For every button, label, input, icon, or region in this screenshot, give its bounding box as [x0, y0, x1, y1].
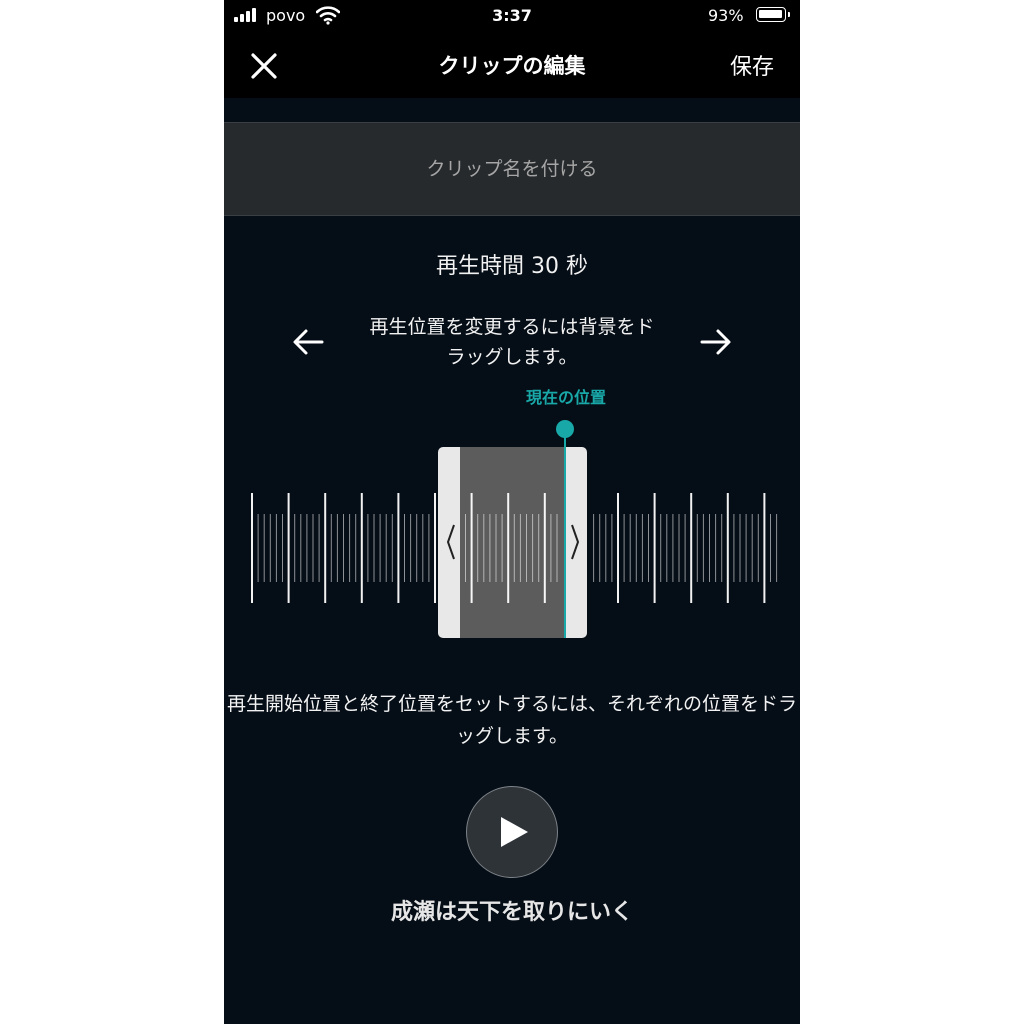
battery-icon [756, 7, 790, 22]
battery-percentage: 93% [708, 6, 744, 25]
clip-range-window [460, 447, 566, 638]
phone-screen: povo 3:37 93% クリップの編集 保存 再生時間 30 秒 再生位置を… [224, 0, 800, 1024]
play-icon [500, 816, 528, 847]
page-title: クリップの編集 [438, 54, 586, 78]
set-range-hint: 再生開始位置と終了位置をセットするには、それぞれの位置をドラッグします。 [226, 693, 797, 747]
play-button[interactable] [466, 786, 558, 878]
close-icon[interactable] [244, 46, 284, 86]
timeline-scrubber[interactable] [224, 420, 800, 650]
arrow-right-icon[interactable] [696, 322, 736, 362]
drag-background-hint: 再生位置を変更するには背景をドラッグします。 [369, 316, 655, 368]
clip-name-input[interactable] [224, 122, 800, 216]
nav-bar: クリップの編集 保存 [224, 32, 800, 98]
current-position-label: 現在の位置 [525, 388, 606, 407]
clip-title: 成瀬は天下を取りにいく [390, 900, 633, 925]
save-button[interactable]: 保存 [730, 49, 774, 81]
arrow-left-icon[interactable] [288, 322, 328, 362]
duration-label: 再生時間 30 秒 [436, 254, 588, 279]
status-bar: povo 3:37 93% [224, 0, 800, 32]
end-handle[interactable] [566, 447, 587, 638]
playhead-knob[interactable] [556, 420, 574, 438]
